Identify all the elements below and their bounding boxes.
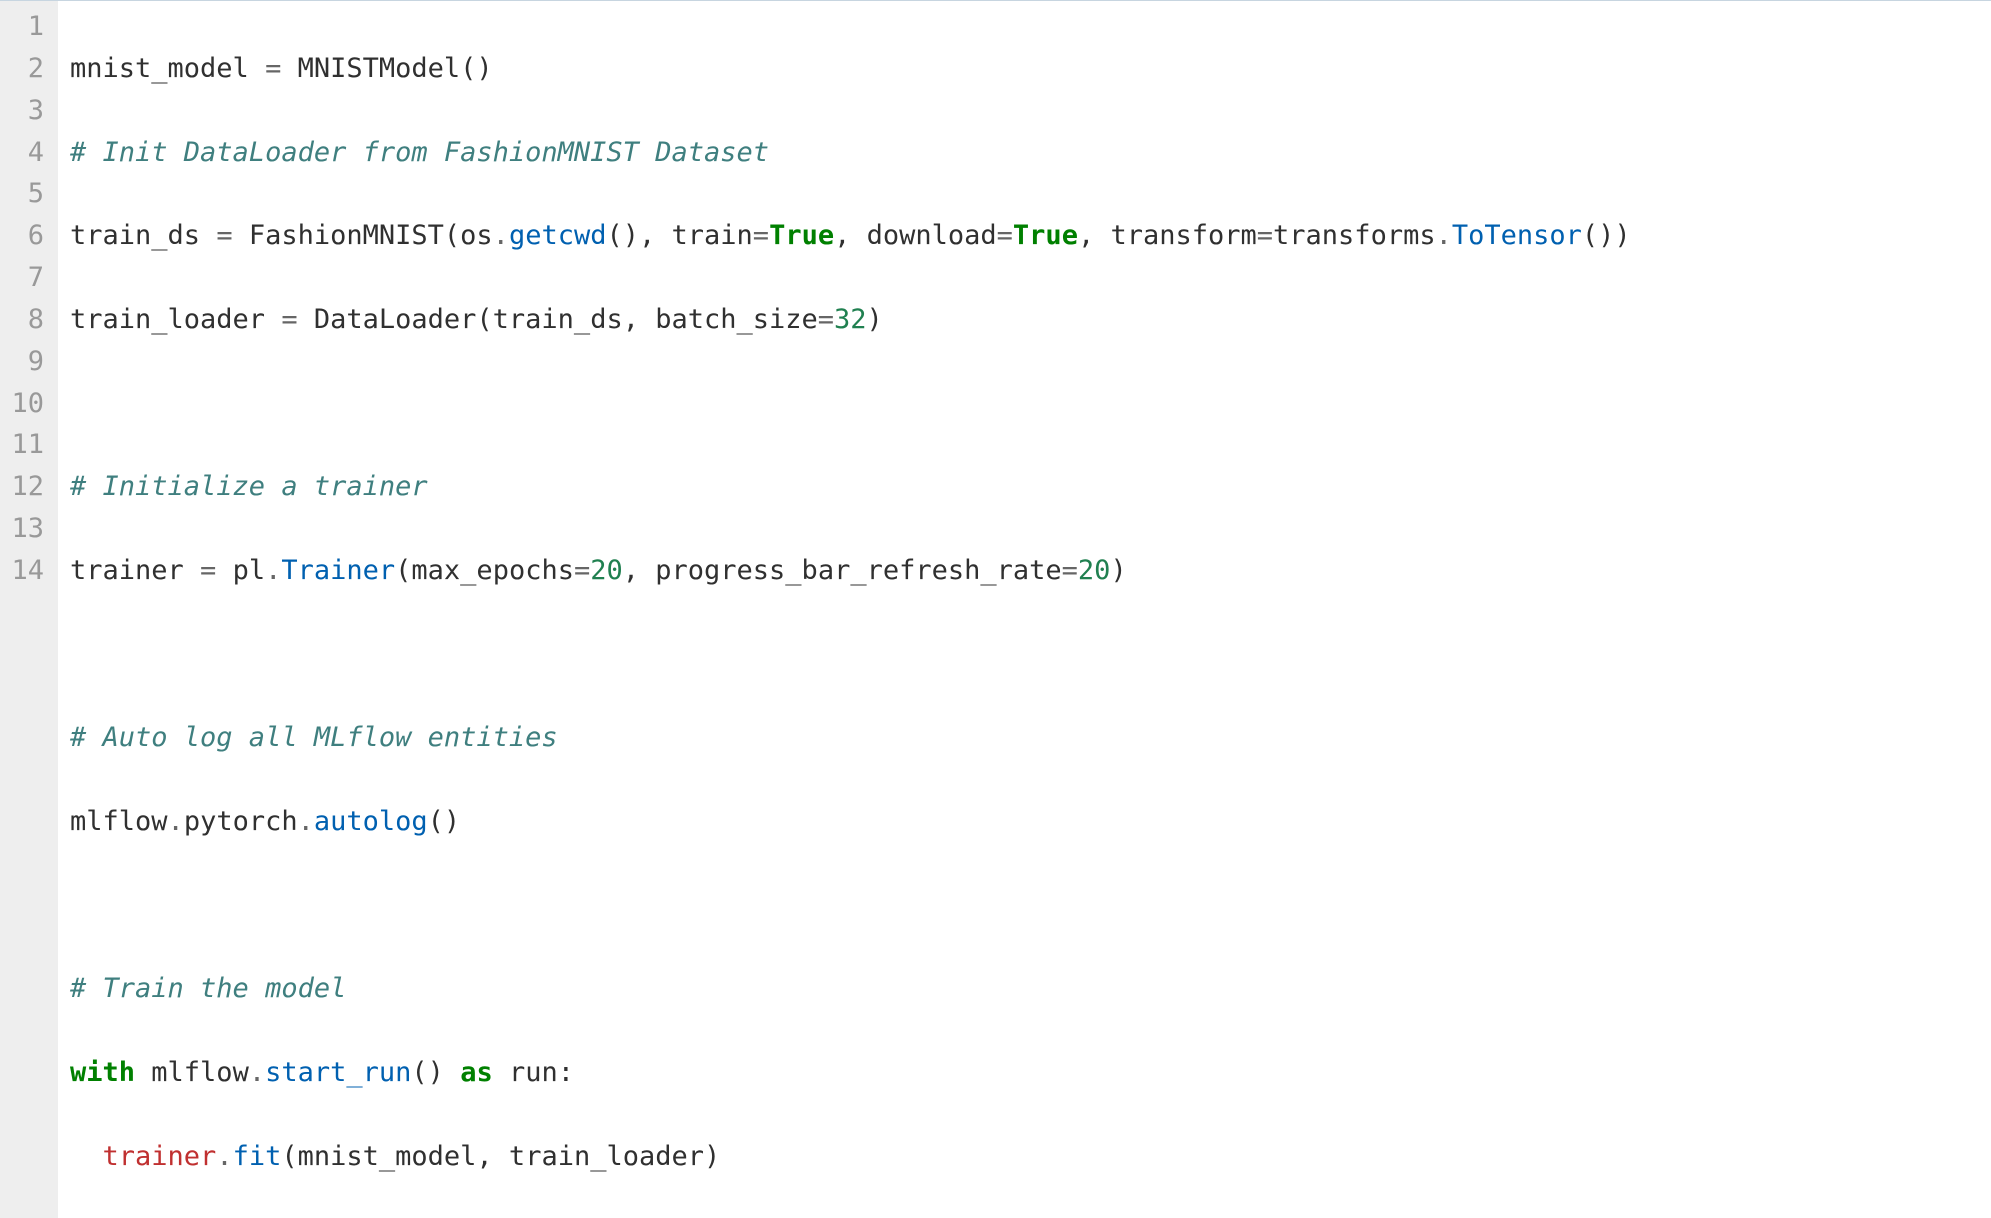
- code-token: [70, 1141, 103, 1172]
- code-token: .: [216, 1141, 232, 1172]
- code-token: transforms: [1273, 220, 1436, 251]
- code-token: (max_epochs: [395, 555, 574, 586]
- line-number: 12: [10, 466, 44, 508]
- code-line: [70, 383, 1991, 425]
- code-token: True: [1013, 220, 1078, 251]
- code-token: =: [1257, 220, 1273, 251]
- code-line: mnist_model = MNISTModel(): [70, 48, 1991, 90]
- code-token: =: [216, 220, 232, 251]
- code-token: .: [493, 220, 509, 251]
- code-token: ): [1110, 555, 1126, 586]
- code-token: trainer: [70, 555, 200, 586]
- code-token: =: [1062, 555, 1078, 586]
- code-token: ): [867, 304, 883, 335]
- code-token: mnist_model: [70, 53, 265, 84]
- line-number: 5: [10, 173, 44, 215]
- code-token: .: [249, 1057, 265, 1088]
- code-token: fit: [233, 1141, 282, 1172]
- line-number: 3: [10, 90, 44, 132]
- code-token: 32: [834, 304, 867, 335]
- code-token: MNISTModel(): [281, 53, 492, 84]
- line-number: 10: [10, 383, 44, 425]
- code-token: .: [1436, 220, 1452, 251]
- line-number-gutter: 1 2 3 4 5 6 7 8 9 10 11 12 13 14: [0, 1, 58, 1218]
- code-token: as: [460, 1057, 493, 1088]
- code-token: , progress_bar_refresh_rate: [623, 555, 1062, 586]
- code-token: trainer: [103, 1141, 217, 1172]
- code-token: (): [428, 806, 461, 837]
- code-line: [70, 634, 1991, 676]
- code-token: pytorch: [184, 806, 298, 837]
- code-comment: # Init DataLoader from FashionMNIST Data…: [70, 137, 769, 168]
- line-number: 8: [10, 299, 44, 341]
- code-token: .: [265, 555, 281, 586]
- code-line: # Init DataLoader from FashionMNIST Data…: [70, 132, 1991, 174]
- code-token: start_run: [265, 1057, 411, 1088]
- line-number: 6: [10, 215, 44, 257]
- code-line: train_ds = FashionMNIST(os.getcwd(), tra…: [70, 215, 1991, 257]
- code-token: , transform: [1078, 220, 1257, 251]
- line-number: 11: [10, 424, 44, 466]
- code-token: pl: [216, 555, 265, 586]
- line-number: 14: [10, 550, 44, 592]
- code-token: train_loader: [70, 304, 281, 335]
- code-token: DataLoader(train_ds, batch_size: [298, 304, 818, 335]
- code-token: 20: [590, 555, 623, 586]
- line-number: 9: [10, 341, 44, 383]
- code-token: (mnist_model, train_loader): [281, 1141, 720, 1172]
- code-token: ()): [1582, 220, 1631, 251]
- line-number: 13: [10, 508, 44, 550]
- code-token: getcwd: [509, 220, 607, 251]
- line-number: 2: [10, 48, 44, 90]
- code-token: run:: [493, 1057, 574, 1088]
- code-comment: # Initialize a trainer: [70, 471, 428, 502]
- code-token: =: [281, 304, 297, 335]
- code-token: autolog: [314, 806, 428, 837]
- code-token: 20: [1078, 555, 1111, 586]
- code-line: # Initialize a trainer: [70, 466, 1991, 508]
- code-line: trainer.fit(mnist_model, train_loader): [70, 1136, 1991, 1178]
- code-line: with mlflow.start_run() as run:: [70, 1052, 1991, 1094]
- line-number: 7: [10, 257, 44, 299]
- code-token: =: [574, 555, 590, 586]
- code-line: mlflow.pytorch.autolog(): [70, 801, 1991, 843]
- code-cell: 1 2 3 4 5 6 7 8 9 10 11 12 13 14 mnist_m…: [0, 0, 1991, 1218]
- code-comment: # Auto log all MLflow entities: [70, 722, 558, 753]
- code-token: .: [298, 806, 314, 837]
- code-token: .: [168, 806, 184, 837]
- line-number: 1: [10, 6, 44, 48]
- code-line: # Auto log all MLflow entities: [70, 717, 1991, 759]
- code-token: =: [818, 304, 834, 335]
- code-area[interactable]: mnist_model = MNISTModel() # Init DataLo…: [58, 1, 1991, 1218]
- code-line: train_loader = DataLoader(train_ds, batc…: [70, 299, 1991, 341]
- code-token: with: [70, 1057, 135, 1088]
- code-token: Trainer: [281, 555, 395, 586]
- code-token: =: [265, 53, 281, 84]
- code-token: (): [411, 1057, 460, 1088]
- code-line: # Train the model: [70, 968, 1991, 1010]
- code-token: mlflow: [135, 1057, 249, 1088]
- code-line: [70, 885, 1991, 927]
- code-token: (), train: [606, 220, 752, 251]
- code-comment: # Train the model: [70, 973, 346, 1004]
- code-token: =: [200, 555, 216, 586]
- code-token: FashionMNIST(os: [233, 220, 493, 251]
- code-token: ToTensor: [1452, 220, 1582, 251]
- code-token: True: [769, 220, 834, 251]
- code-token: mlflow: [70, 806, 168, 837]
- code-token: train_ds: [70, 220, 216, 251]
- code-token: =: [753, 220, 769, 251]
- code-token: =: [997, 220, 1013, 251]
- code-token: , download: [834, 220, 997, 251]
- code-line: trainer = pl.Trainer(max_epochs=20, prog…: [70, 550, 1991, 592]
- line-number: 4: [10, 132, 44, 174]
